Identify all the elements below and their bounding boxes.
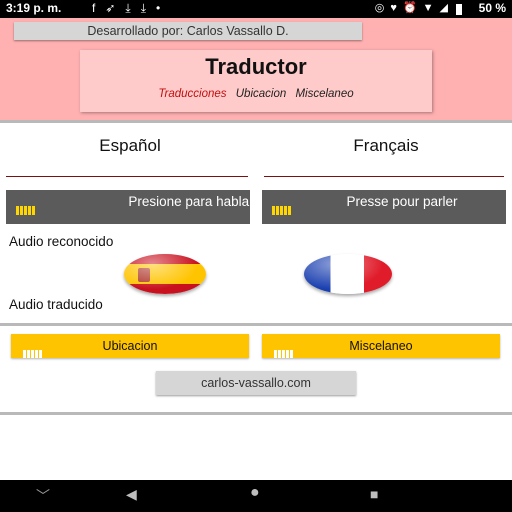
title-card: Traductor Traducciones Ubicacion Miscela… <box>80 50 432 112</box>
equalizer-icon <box>23 342 43 358</box>
tab-ubicacion[interactable]: Ubicacion <box>236 88 287 100</box>
status-bar: 3:19 p. m. f➶⤓⤓• ◎♥⏰▼◢ 50 % <box>0 0 512 18</box>
developer-label[interactable]: Desarrollado por: Carlos Vassallo D. <box>14 22 362 40</box>
divider <box>0 120 512 123</box>
divider <box>264 176 504 177</box>
recents-icon[interactable]: ■ <box>370 486 378 502</box>
signal-icon: ◢ <box>439 2 454 14</box>
speak-spanish-button[interactable]: Presione para hablar <box>6 190 254 224</box>
download-icon: ⤓ <box>125 1 141 15</box>
tab-traducciones[interactable]: Traducciones <box>158 88 226 100</box>
battery-icon <box>456 4 462 15</box>
home-icon[interactable]: ● <box>250 484 260 502</box>
status-time: 3:19 p. m. <box>6 1 62 15</box>
notification-icons: f➶⤓⤓• <box>92 1 170 16</box>
app-title: Traductor <box>205 54 307 79</box>
chevron-down-icon[interactable]: ﹀ <box>36 486 50 506</box>
language-left-label: Español <box>99 136 161 155</box>
translated-audio-label: Audio traducido <box>9 297 103 312</box>
alarm-icon: ⏰ <box>402 2 423 14</box>
location-button[interactable]: Ubicacion <box>11 334 249 358</box>
tab-miscelaneo[interactable]: Miscelaneo <box>295 88 353 100</box>
equalizer-icon <box>16 203 36 215</box>
download-icon: ⤓ <box>140 1 157 15</box>
location-button-label: Ubicacion <box>102 339 158 353</box>
app-header: Desarrollado por: Carlos Vassallo D. Tra… <box>0 18 512 120</box>
wifi-icon: ▼ <box>422 2 440 14</box>
speak-spanish-label: Presione para hablar <box>128 194 254 209</box>
headset-icon: ◎ <box>374 2 391 14</box>
recognized-audio-label: Audio reconocido <box>9 234 114 249</box>
misc-button[interactable]: Miscelaneo <box>262 334 500 358</box>
equalizer-icon <box>272 203 292 215</box>
battery-level: 50 % <box>478 1 506 15</box>
system-nav-bar: ﹀ ◀ ● ■ <box>0 480 512 512</box>
coat-of-arms-icon <box>138 268 150 282</box>
send-icon: ➶ <box>105 1 126 15</box>
divider <box>0 412 512 415</box>
speak-french-label: Presse pour parler <box>346 194 458 209</box>
speak-french-button[interactable]: Presse pour parler <box>262 190 506 224</box>
facebook-icon: f <box>92 1 106 15</box>
divider <box>6 176 248 177</box>
france-flag-icon[interactable] <box>304 254 392 294</box>
back-icon[interactable]: ◀ <box>126 486 137 503</box>
spain-flag-icon[interactable] <box>124 254 206 294</box>
system-icons: ◎♥⏰▼◢ <box>375 1 454 14</box>
divider <box>0 323 512 326</box>
website-button[interactable]: carlos-vassallo.com <box>156 371 356 395</box>
tab-bar: Traducciones Ubicacion Miscelaneo <box>80 88 432 100</box>
equalizer-icon <box>274 342 294 358</box>
location-icon: ♥ <box>390 2 403 14</box>
dot-icon: • <box>156 1 171 15</box>
language-right-label: Français <box>353 136 419 155</box>
misc-button-label: Miscelaneo <box>349 339 413 353</box>
